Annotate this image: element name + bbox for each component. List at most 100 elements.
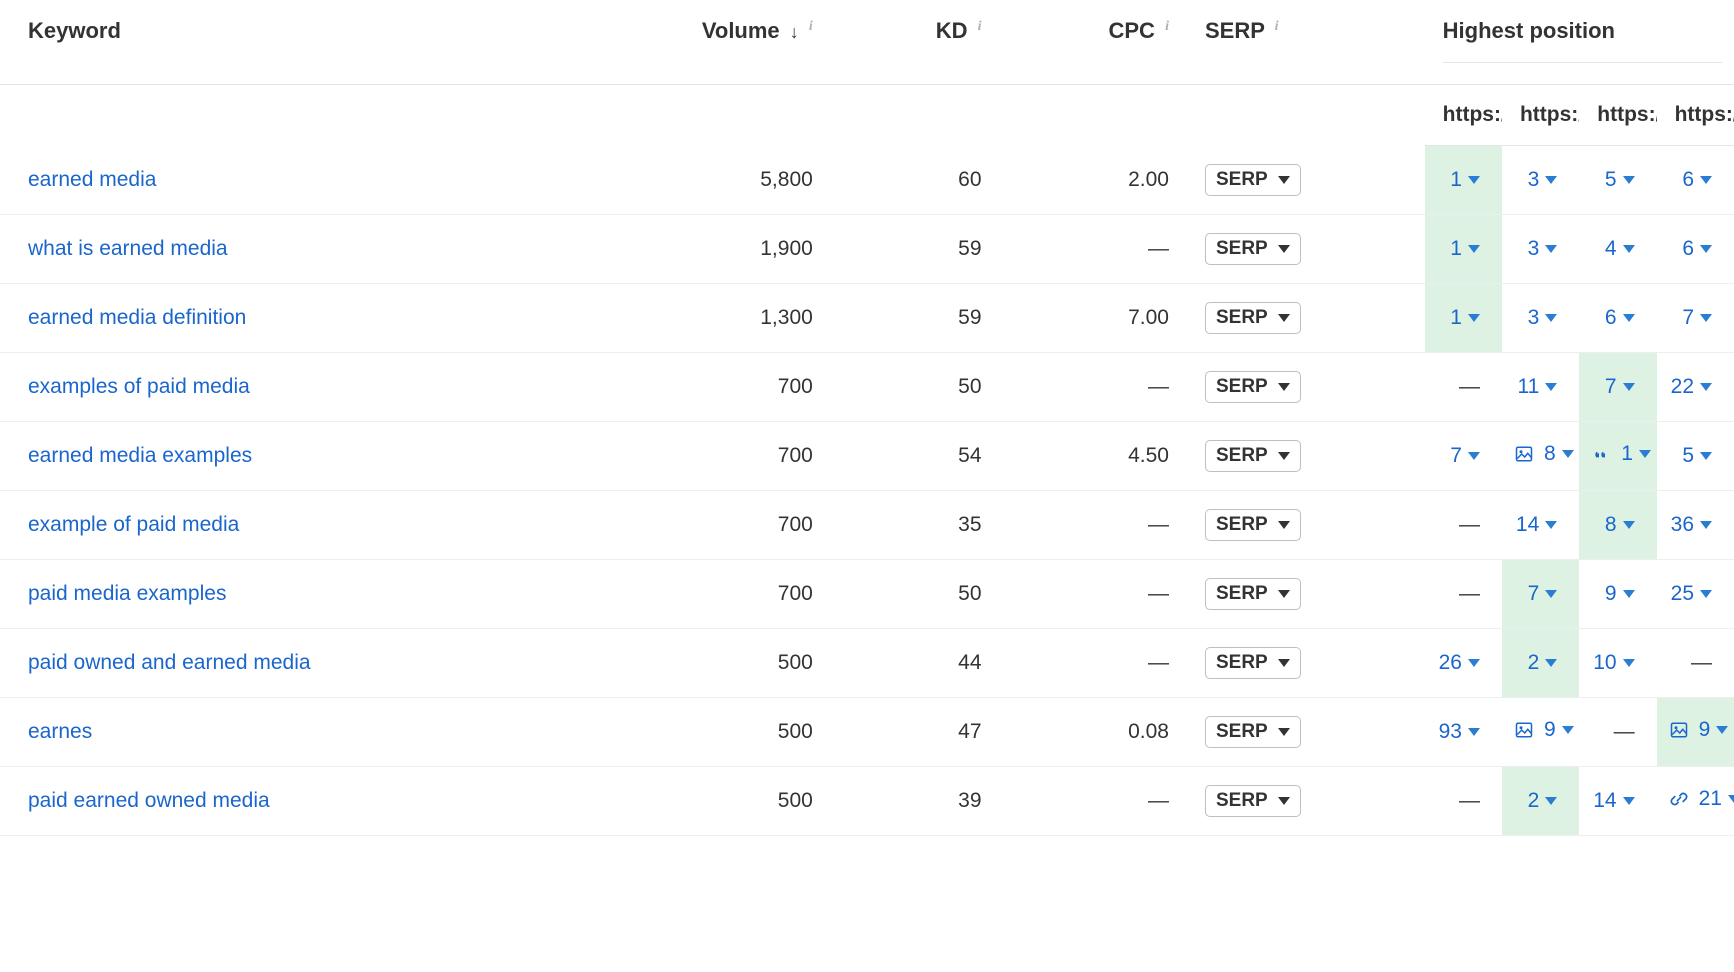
position-cell[interactable]: 9 — [1502, 697, 1579, 766]
keyword-link[interactable]: examples of paid media — [28, 375, 250, 398]
keyword-cell[interactable]: example of paid media — [0, 490, 562, 559]
serp-button[interactable]: SERP — [1205, 440, 1301, 472]
position-value-wrap[interactable]: 26 — [1439, 651, 1480, 675]
position-cell[interactable]: 26 — [1425, 628, 1502, 697]
position-value-wrap[interactable]: 2 — [1528, 651, 1558, 675]
position-cell[interactable]: 2 — [1502, 766, 1579, 835]
position-cell[interactable]: 9 — [1579, 559, 1656, 628]
position-cell[interactable]: 8 — [1579, 490, 1656, 559]
position-value-wrap[interactable]: 25 — [1671, 582, 1712, 606]
position-value-wrap[interactable]: 2 — [1528, 789, 1558, 813]
keyword-cell[interactable]: earned media examples — [0, 421, 562, 490]
position-cell[interactable]: 7 — [1425, 421, 1502, 490]
position-cell[interactable]: 22 — [1657, 352, 1734, 421]
position-value-wrap[interactable]: 93 — [1439, 720, 1480, 744]
serp-button[interactable]: SERP — [1205, 578, 1301, 610]
position-value-wrap[interactable]: 11 — [1517, 375, 1557, 399]
position-cell[interactable]: 6 — [1657, 146, 1734, 215]
position-cell[interactable]: 2 — [1502, 628, 1579, 697]
info-icon[interactable]: i — [1165, 19, 1169, 35]
serp-button[interactable]: SERP — [1205, 302, 1301, 334]
info-icon[interactable]: i — [809, 19, 813, 35]
position-value-wrap[interactable]: 1 — [1450, 306, 1480, 330]
position-cell[interactable]: 14 — [1502, 490, 1579, 559]
position-cell[interactable]: 10 — [1579, 628, 1656, 697]
keyword-link[interactable]: example of paid media — [28, 513, 239, 536]
serp-button[interactable]: SERP — [1205, 647, 1301, 679]
position-value-wrap[interactable]: 7 — [1528, 582, 1558, 606]
keyword-cell[interactable]: earnes — [0, 697, 562, 766]
serp-button[interactable]: SERP — [1205, 164, 1301, 196]
position-cell[interactable]: 9 — [1657, 697, 1734, 766]
position-cell[interactable]: 1 — [1425, 283, 1502, 352]
competitor-header-0[interactable]: https://blog.hu — [1425, 85, 1502, 146]
position-cell[interactable]: 5 — [1579, 146, 1656, 215]
position-cell[interactable]: 1 — [1425, 214, 1502, 283]
position-value-wrap[interactable]: 8 — [1514, 442, 1574, 466]
position-cell[interactable]: 21 — [1657, 766, 1734, 835]
keyword-cell[interactable]: paid owned and earned media — [0, 628, 562, 697]
position-value-wrap[interactable]: 14 — [1516, 513, 1557, 537]
position-cell[interactable]: 14 — [1579, 766, 1656, 835]
position-value-wrap[interactable]: 5 — [1605, 168, 1635, 192]
position-cell[interactable]: 93 — [1425, 697, 1502, 766]
position-value-wrap[interactable]: 7 — [1605, 375, 1635, 399]
position-cell[interactable]: 7 — [1579, 352, 1656, 421]
position-value-wrap[interactable]: 6 — [1605, 306, 1635, 330]
competitor-header-1[interactable]: https://www.ti — [1502, 85, 1579, 146]
position-value-wrap[interactable]: 21 — [1669, 787, 1734, 811]
serp-button[interactable]: SERP — [1205, 509, 1301, 541]
position-cell[interactable]: 7 — [1657, 283, 1734, 352]
position-value-wrap[interactable]: 10 — [1593, 651, 1634, 675]
header-kd[interactable]: KD i — [825, 0, 994, 85]
keyword-cell[interactable]: paid media examples — [0, 559, 562, 628]
keyword-link[interactable]: earned media — [28, 168, 156, 191]
position-value-wrap[interactable]: 1 — [1591, 442, 1651, 466]
position-value-wrap[interactable]: 9 — [1669, 718, 1729, 742]
keyword-cell[interactable]: examples of paid media — [0, 352, 562, 421]
position-value-wrap[interactable]: 7 — [1682, 306, 1712, 330]
position-cell[interactable]: 5 — [1657, 421, 1734, 490]
serp-button[interactable]: SERP — [1205, 371, 1301, 403]
position-cell[interactable]: 8 — [1502, 421, 1579, 490]
position-cell[interactable]: 36 — [1657, 490, 1734, 559]
position-value-wrap[interactable]: 1 — [1450, 237, 1480, 261]
serp-button[interactable]: SERP — [1205, 716, 1301, 748]
position-cell[interactable]: 7 — [1502, 559, 1579, 628]
keyword-cell[interactable]: paid earned owned media — [0, 766, 562, 835]
competitor-header-2[interactable]: https://burrelle — [1579, 85, 1656, 146]
keyword-link[interactable]: earned media definition — [28, 306, 246, 329]
position-value-wrap[interactable]: 1 — [1450, 168, 1480, 192]
position-cell[interactable]: 11 — [1502, 352, 1579, 421]
header-cpc[interactable]: CPC i — [994, 0, 1181, 85]
position-value-wrap[interactable]: 22 — [1671, 375, 1712, 399]
position-value-wrap[interactable]: 3 — [1528, 306, 1558, 330]
position-value-wrap[interactable]: 36 — [1671, 513, 1712, 537]
header-volume[interactable]: Volume ↓ i — [562, 0, 824, 85]
keyword-cell[interactable]: earned media — [0, 146, 562, 215]
position-cell[interactable]: 4 — [1579, 214, 1656, 283]
position-cell[interactable]: 1 — [1425, 146, 1502, 215]
header-keyword[interactable]: Keyword — [0, 0, 562, 85]
keyword-link[interactable]: what is earned media — [28, 237, 228, 260]
keyword-link[interactable]: earned media examples — [28, 444, 252, 467]
serp-button[interactable]: SERP — [1205, 233, 1301, 265]
position-value-wrap[interactable]: 14 — [1593, 789, 1634, 813]
position-value-wrap[interactable]: 5 — [1682, 444, 1712, 468]
keyword-cell[interactable]: earned media definition — [0, 283, 562, 352]
info-icon[interactable]: i — [978, 19, 982, 35]
position-value-wrap[interactable]: 6 — [1682, 168, 1712, 192]
position-value-wrap[interactable]: 9 — [1605, 582, 1635, 606]
position-cell[interactable]: 6 — [1657, 214, 1734, 283]
position-value-wrap[interactable]: 7 — [1450, 444, 1480, 468]
keyword-link[interactable]: paid owned and earned media — [28, 651, 311, 674]
keyword-link[interactable]: earnes — [28, 720, 92, 743]
serp-button[interactable]: SERP — [1205, 785, 1301, 817]
position-cell[interactable]: 1 — [1579, 421, 1656, 490]
keyword-cell[interactable]: what is earned media — [0, 214, 562, 283]
position-value-wrap[interactable]: 9 — [1514, 718, 1574, 742]
position-value-wrap[interactable]: 4 — [1605, 237, 1635, 261]
header-serp[interactable]: SERP i — [1181, 0, 1425, 85]
position-cell[interactable]: 3 — [1502, 283, 1579, 352]
position-value-wrap[interactable]: 6 — [1682, 237, 1712, 261]
